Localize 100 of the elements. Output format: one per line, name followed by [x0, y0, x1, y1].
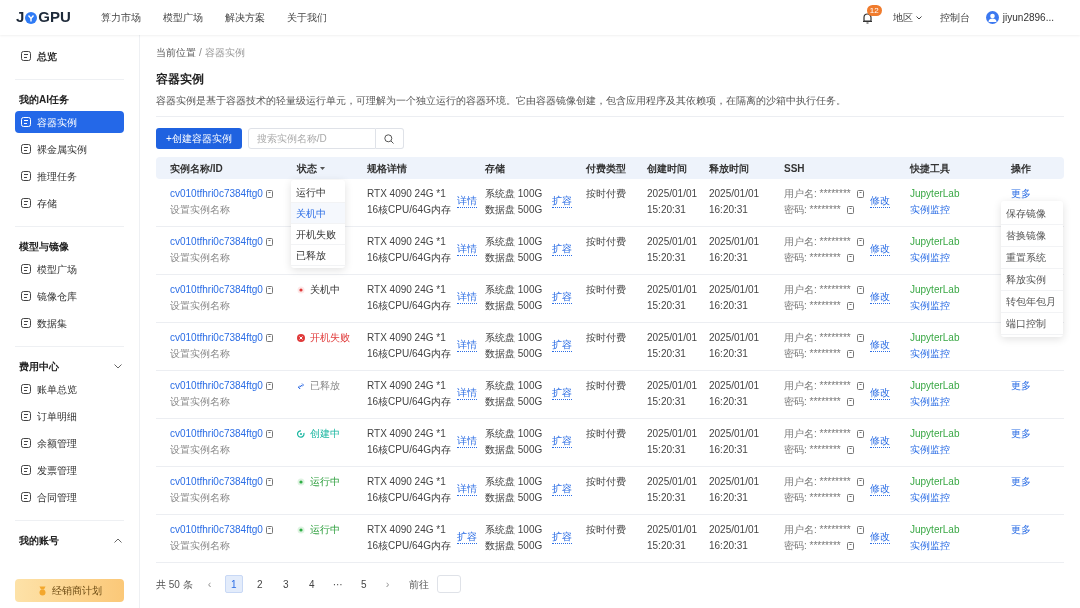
page-button[interactable]: ··· — [328, 575, 347, 593]
menu-item[interactable]: 端口控制 — [1001, 313, 1063, 335]
breadcrumb-item[interactable]: 当前位置 — [156, 44, 196, 60]
copy-icon — [846, 493, 854, 502]
expand-link[interactable]: 扩容 — [552, 339, 573, 352]
sidebar-item[interactable]: 发票管理 — [15, 459, 124, 481]
details-link[interactable]: 详情 — [456, 339, 477, 352]
menu-item[interactable]: 替换镜像 — [1001, 225, 1063, 247]
expand-link[interactable]: 扩容 — [552, 387, 573, 400]
tool-link[interactable]: 实例监控 — [910, 299, 950, 312]
tool-link[interactable]: JupyterLab — [910, 523, 960, 536]
sidebar-item[interactable]: 数据集 — [15, 312, 124, 334]
page-button[interactable]: 4 — [302, 575, 321, 593]
promo-button[interactable]: 经销商计划 — [15, 579, 124, 602]
console-link[interactable]: 控制台 — [939, 10, 970, 25]
edit-link[interactable]: 修改 — [869, 387, 890, 400]
more-link[interactable]: 更多 — [1011, 187, 1031, 200]
details-link[interactable]: 详情 — [456, 195, 477, 208]
sidebar-item[interactable]: 订单明细 — [15, 405, 124, 427]
sidebar-item[interactable]: 推理任务 — [15, 165, 124, 187]
details-link[interactable]: 详情 — [456, 243, 477, 256]
tool-link[interactable]: JupyterLab — [910, 475, 960, 488]
sidebar-item[interactable]: 存储 — [15, 192, 124, 214]
copy-icon — [265, 285, 273, 294]
sidebar-item[interactable]: 容器实例 — [15, 111, 124, 133]
instance-id-link[interactable]: cv010tfhri0c7384ftg0 — [170, 427, 263, 440]
search-button[interactable] — [375, 128, 404, 149]
more-link[interactable]: 更多 — [1011, 379, 1031, 392]
expand-link[interactable]: 扩容 — [552, 531, 573, 544]
edit-link[interactable]: 修改 — [869, 195, 890, 208]
edit-link[interactable]: 修改 — [869, 291, 890, 304]
instance-id-link[interactable]: cv010tfhri0c7384ftg0 — [170, 331, 263, 344]
nav-link[interactable]: 解决方案 — [224, 10, 265, 25]
nav-link[interactable]: 模型广场 — [162, 10, 203, 25]
page-input[interactable] — [436, 575, 461, 593]
more-link[interactable]: 更多 — [1011, 475, 1031, 488]
details-link[interactable]: 详情 — [456, 483, 477, 496]
menu-item[interactable]: 关机中 — [291, 203, 345, 224]
menu-item[interactable]: 转包年包月 — [1001, 291, 1063, 313]
more-link[interactable]: 更多 — [1011, 523, 1031, 536]
details-link[interactable]: 详情 — [456, 291, 477, 304]
username[interactable]: jiyun2896... — [1002, 10, 1054, 25]
details-link[interactable]: 详情 — [456, 435, 477, 448]
storage-text: 系统盘 100G — [485, 379, 543, 392]
tool-link[interactable]: 实例监控 — [910, 539, 950, 552]
details-link[interactable]: 扩容 — [456, 531, 477, 544]
menu-item[interactable]: 释放实例 — [1001, 269, 1063, 291]
nav-link[interactable]: 关于我们 — [286, 10, 327, 25]
tool-link[interactable]: JupyterLab — [910, 283, 960, 296]
expand-link[interactable]: 扩容 — [552, 243, 573, 256]
menu-item[interactable]: 开机失败 — [291, 224, 345, 245]
tool-link[interactable]: JupyterLab — [910, 235, 960, 248]
expand-link[interactable]: 扩容 — [552, 435, 573, 448]
tool-link[interactable]: JupyterLab — [910, 379, 960, 392]
instance-id-link[interactable]: cv010tfhri0c7384ftg0 — [170, 379, 263, 392]
search-field[interactable]: 搜索实例名称/D — [247, 128, 376, 149]
sidebar-item[interactable]: 账单总览 — [15, 378, 124, 400]
page-button[interactable]: 2 — [250, 575, 269, 593]
create-button[interactable]: +创建容器实例 — [156, 128, 242, 149]
nav-link[interactable]: 算力市场 — [100, 10, 141, 25]
edit-link[interactable]: 修改 — [869, 243, 890, 256]
menu-item[interactable]: 保存镜像 — [1001, 203, 1063, 225]
column-header: 实例名称/ID — [170, 161, 223, 176]
details-link[interactable]: 详情 — [456, 387, 477, 400]
edit-link[interactable]: 修改 — [869, 339, 890, 352]
expand-link[interactable]: 扩容 — [552, 483, 573, 496]
tool-link[interactable]: JupyterLab — [910, 427, 960, 440]
page-button[interactable]: 3 — [276, 575, 295, 593]
sidebar-item[interactable]: 裸金属实例 — [15, 138, 124, 160]
tool-link[interactable]: 实例监控 — [910, 347, 950, 360]
instance-id-link[interactable]: cv010tfhri0c7384ftg0 — [170, 235, 263, 248]
tool-link[interactable]: 实例监控 — [910, 203, 950, 216]
page-button[interactable]: 1 — [224, 575, 243, 593]
tool-link[interactable]: JupyterLab — [910, 331, 960, 344]
sidebar-item[interactable]: 总览 — [15, 45, 124, 67]
tool-link[interactable]: 实例监控 — [910, 395, 950, 408]
instance-id-link[interactable]: cv010tfhri0c7384ftg0 — [170, 523, 263, 536]
sidebar-item[interactable]: 镜像仓库 — [15, 285, 124, 307]
sidebar-item[interactable]: 余额管理 — [15, 432, 124, 454]
tool-link[interactable]: 实例监控 — [910, 491, 950, 504]
expand-link[interactable]: 扩容 — [552, 291, 573, 304]
edit-link[interactable]: 修改 — [869, 531, 890, 544]
tool-link[interactable]: 实例监控 — [910, 443, 950, 456]
tool-link[interactable]: 实例监控 — [910, 251, 950, 264]
instance-id-link[interactable]: cv010tfhri0c7384ftg0 — [170, 475, 263, 488]
page-button[interactable]: 5 — [354, 575, 373, 593]
edit-link[interactable]: 修改 — [869, 435, 890, 448]
instance-id-link[interactable]: cv010tfhri0c7384ftg0 — [170, 187, 263, 200]
expand-link[interactable]: 扩容 — [552, 195, 573, 208]
more-link[interactable]: 更多 — [1011, 427, 1031, 440]
next-page-button[interactable]: › — [380, 575, 395, 593]
sidebar-item[interactable]: 模型广场 — [15, 258, 124, 280]
sidebar-item[interactable]: 合同管理 — [15, 486, 124, 508]
region-dropdown[interactable]: 地区 — [892, 10, 922, 25]
instance-id-link[interactable]: cv010tfhri0c7384ftg0 — [170, 283, 263, 296]
edit-link[interactable]: 修改 — [869, 483, 890, 496]
menu-item[interactable]: 已释放 — [291, 245, 345, 266]
previous-page-button[interactable]: ‹ — [202, 575, 217, 593]
tool-link[interactable]: JupyterLab — [910, 187, 960, 200]
menu-item[interactable]: 重置系统 — [1001, 247, 1063, 269]
